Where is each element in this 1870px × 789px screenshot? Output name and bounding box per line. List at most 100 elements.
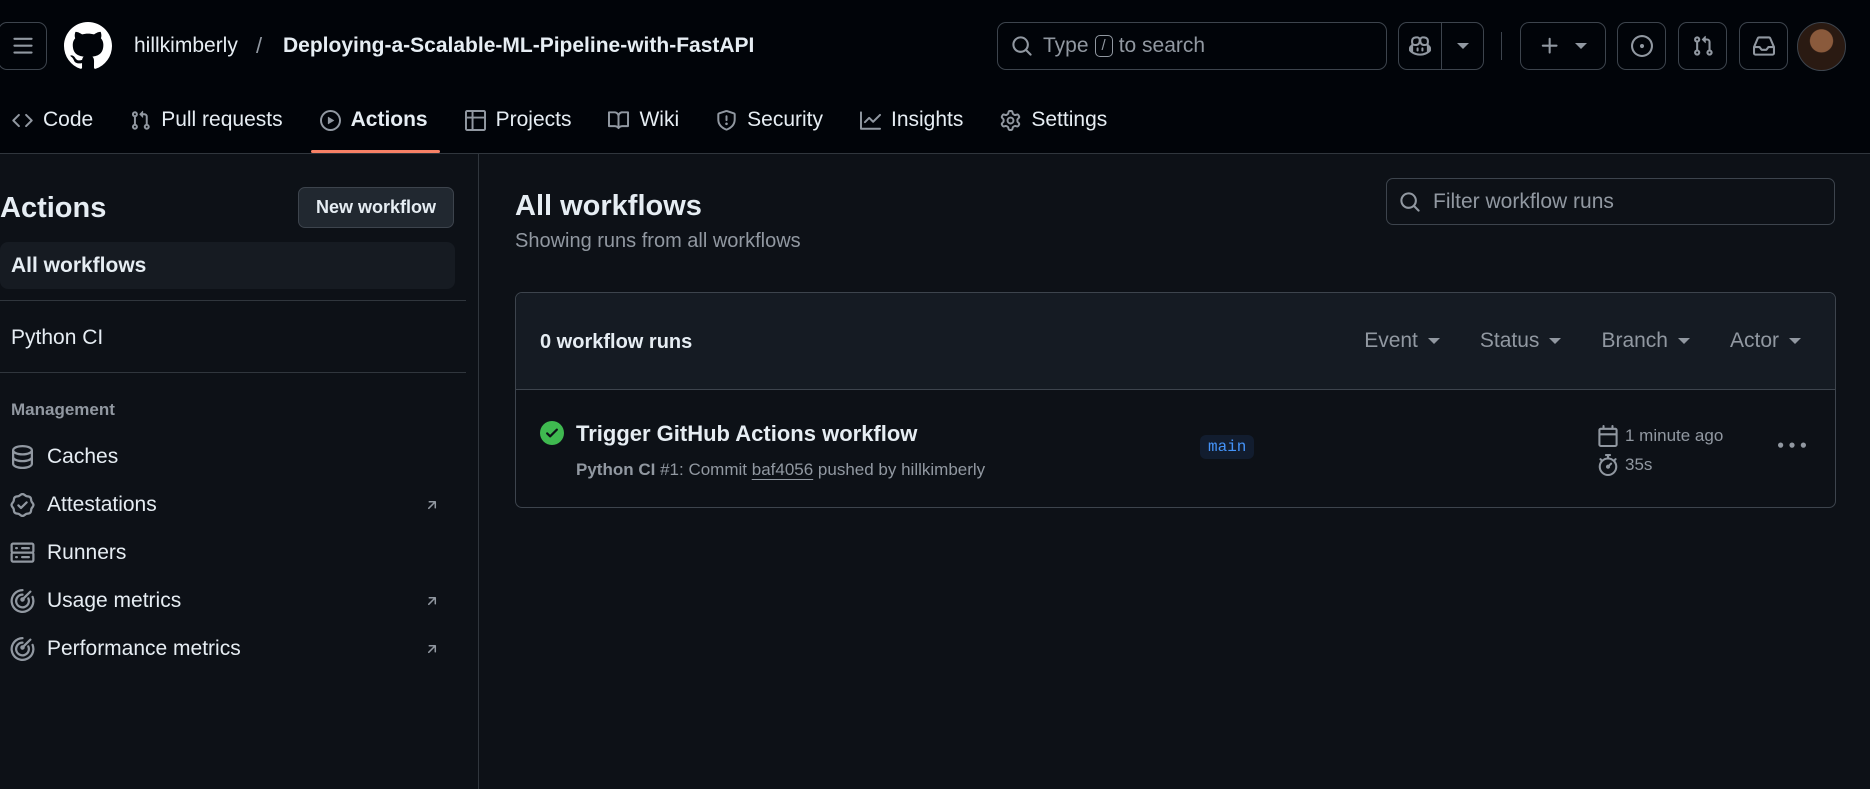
issues-button[interactable] [1617,22,1666,70]
filter-placeholder: Filter workflow runs [1433,189,1614,213]
tab-security[interactable]: Security [704,96,835,144]
pull-requests-button[interactable] [1678,22,1727,70]
tab-pull-requests[interactable]: Pull requests [118,96,294,144]
actor-filter-dropdown[interactable]: Actor [1730,329,1801,353]
triangle-down-icon [1456,43,1469,49]
arrow-up-right-icon [427,501,437,510]
page-title: All workflows [515,190,702,222]
copilot-menu-button[interactable] [1441,23,1483,69]
tab-wiki-label: Wiki [639,108,680,131]
filter-workflow-runs-input[interactable]: Filter workflow runs [1386,178,1835,225]
code-icon [12,113,33,127]
book-icon [608,110,630,129]
tab-security-label: Security [747,108,823,131]
breadcrumb-owner[interactable]: hillkimberly [134,34,238,58]
filter-label: Actor [1729,329,1779,352]
sidebar-item-label: Caches [47,445,119,468]
search-icon [1400,191,1420,212]
sidebar-item-label: All workflows [11,253,147,277]
sidebar-item-attestations[interactable]: Attestations [10,485,450,525]
sidebar-item-performance-metrics[interactable]: Performance metrics [10,629,450,669]
run-pushed-by: pushed by hillkimberly [817,460,986,479]
hamburger-icon [12,37,33,54]
git-pull-request-icon [1693,35,1713,56]
filter-label: Status [1479,329,1540,352]
copilot-button[interactable] [1399,23,1441,69]
main-content: All workflows Showing runs from all work… [479,154,1870,789]
tab-wiki[interactable]: Wiki [596,96,691,144]
tab-settings-label: Settings [1031,108,1108,131]
workflow-runs-header: 0 workflow runs Event Status Branch Acto… [516,293,1835,390]
table-icon [464,109,486,131]
header-divider [1501,32,1502,60]
run-workflow-name: Python CI [576,460,656,479]
new-workflow-button[interactable]: New workflow [298,187,454,228]
kebab-horizontal-icon[interactable] [1778,432,1806,460]
tab-projects[interactable]: Projects [453,96,584,144]
branch-label[interactable]: main [1200,435,1255,459]
sidebar-item-all-workflows[interactable]: All workflows [0,242,455,289]
sidebar-title: Actions [0,192,107,224]
run-commit-prefix: : Commit [679,460,747,479]
triangle-down-icon [1427,338,1440,344]
management-heading: Management [11,400,115,419]
triangle-down-icon [1575,43,1587,49]
tab-actions-label: Actions [350,108,428,131]
sidebar-item-caches[interactable]: Caches [10,437,450,477]
tab-actions[interactable]: Actions [308,96,440,153]
sidebar-item-label: Performance metrics [47,637,241,660]
event-filter-dropdown[interactable]: Event [1364,329,1440,353]
sidebar-divider [0,372,466,373]
filter-label: Branch [1601,329,1668,352]
triangle-down-icon [1789,338,1801,344]
run-when-text: 1 minute ago [1625,426,1724,445]
inbox-icon [1752,36,1775,56]
sidebar-item-runners[interactable]: Runners [10,533,450,573]
breadcrumb-repo[interactable]: Deploying-a-Scalable-ML-Pipeline-with-Fa… [283,34,754,58]
run-title-link[interactable]: Trigger GitHub Actions workflow [576,421,917,447]
tab-code[interactable]: Code [0,96,105,144]
sidebar-item-label: Python CI [11,325,104,349]
shield-icon [717,109,736,131]
sidebar-item-label: Runners [47,541,127,564]
sidebar-item-python-ci[interactable]: Python CI [0,314,455,361]
search-icon [1012,36,1032,56]
create-new-button[interactable] [1520,22,1606,70]
copilot-button-group [1398,22,1484,70]
database-icon [12,445,33,469]
inbox-button[interactable] [1739,22,1788,70]
plus-icon [1541,37,1558,54]
status-filter-dropdown[interactable]: Status [1480,329,1562,353]
verified-icon [10,493,35,517]
filter-label: Event [1364,329,1418,352]
tab-insights[interactable]: Insights [848,96,975,144]
page-subtitle: Showing runs from all workflows [515,230,801,252]
calendar-icon [1598,425,1618,447]
play-icon [319,109,341,131]
run-filters: Event Status Branch Actor [1364,329,1801,353]
github-logo-icon[interactable] [64,22,112,70]
global-header: hillkimberly / Deploying-a-Scalable-ML-P… [0,0,1870,154]
sidebar-divider [0,300,466,301]
sidebar-item-label: Attestations [47,493,157,516]
user-avatar[interactable] [1797,22,1846,71]
breadcrumb-separator: / [256,33,263,58]
branch-filter-dropdown[interactable]: Branch [1601,329,1690,353]
sidebar-item-usage-metrics[interactable]: Usage metrics [10,581,450,621]
meter-icon [10,589,35,613]
arrow-up-right-icon [427,597,437,606]
meter-icon [10,637,35,661]
workflow-runs-box: 0 workflow runs Event Status Branch Acto… [515,292,1836,508]
run-meta: Python CI #1: Commit baf4056 pushed by h… [576,460,985,480]
arrow-up-right-icon [427,645,437,654]
menu-button[interactable] [0,22,47,70]
commit-sha-link[interactable]: baf4056 [752,460,813,479]
tab-projects-label: Projects [495,108,572,131]
run-duration-text: 35s [1625,455,1653,474]
actions-sidebar: Actions New workflow All workflows Pytho… [0,154,479,789]
global-search-input[interactable]: Type / to search [997,22,1387,70]
tab-settings[interactable]: Settings [988,96,1119,144]
triangle-down-icon [1677,338,1690,344]
workflow-run-row[interactable]: Trigger GitHub Actions workflow Python C… [516,390,1835,507]
stopwatch-icon [1598,454,1618,476]
